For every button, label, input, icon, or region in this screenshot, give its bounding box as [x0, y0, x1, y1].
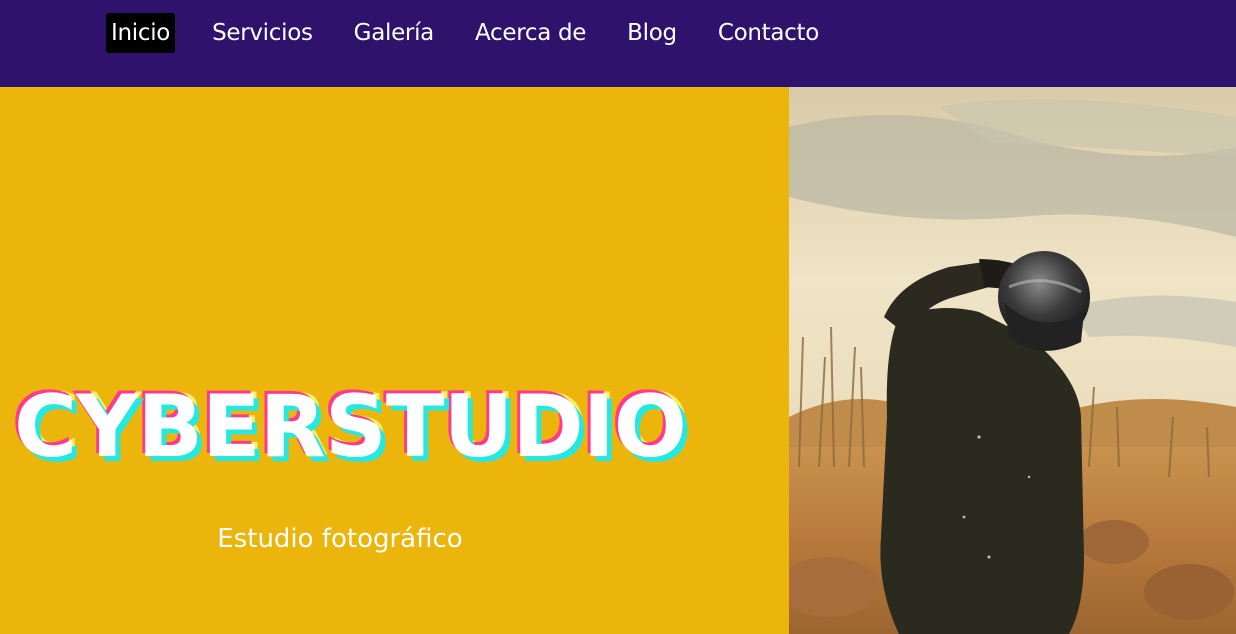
nav-link-galeria[interactable]: Galería [350, 13, 438, 53]
nav-link-servicios[interactable]: Servicios [208, 13, 317, 53]
hero-section: CYBERSTUDIO Estudio fotográfico [0, 87, 789, 634]
hero-photo-illustration [789, 87, 1236, 634]
top-navigation-bar: Inicio Servicios Galería Acerca de Blog … [0, 0, 1236, 87]
hero-photo [789, 87, 1236, 634]
nav-link-contacto[interactable]: Contacto [714, 13, 823, 53]
nav-link-inicio[interactable]: Inicio [106, 13, 176, 53]
hero-title: CYBERSTUDIO [14, 377, 687, 477]
nav-link-blog[interactable]: Blog [623, 13, 681, 53]
main-nav: Inicio Servicios Galería Acerca de Blog … [106, 13, 856, 53]
nav-link-acerca-de[interactable]: Acerca de [471, 13, 590, 53]
hero-subtitle: Estudio fotográfico [217, 524, 463, 554]
